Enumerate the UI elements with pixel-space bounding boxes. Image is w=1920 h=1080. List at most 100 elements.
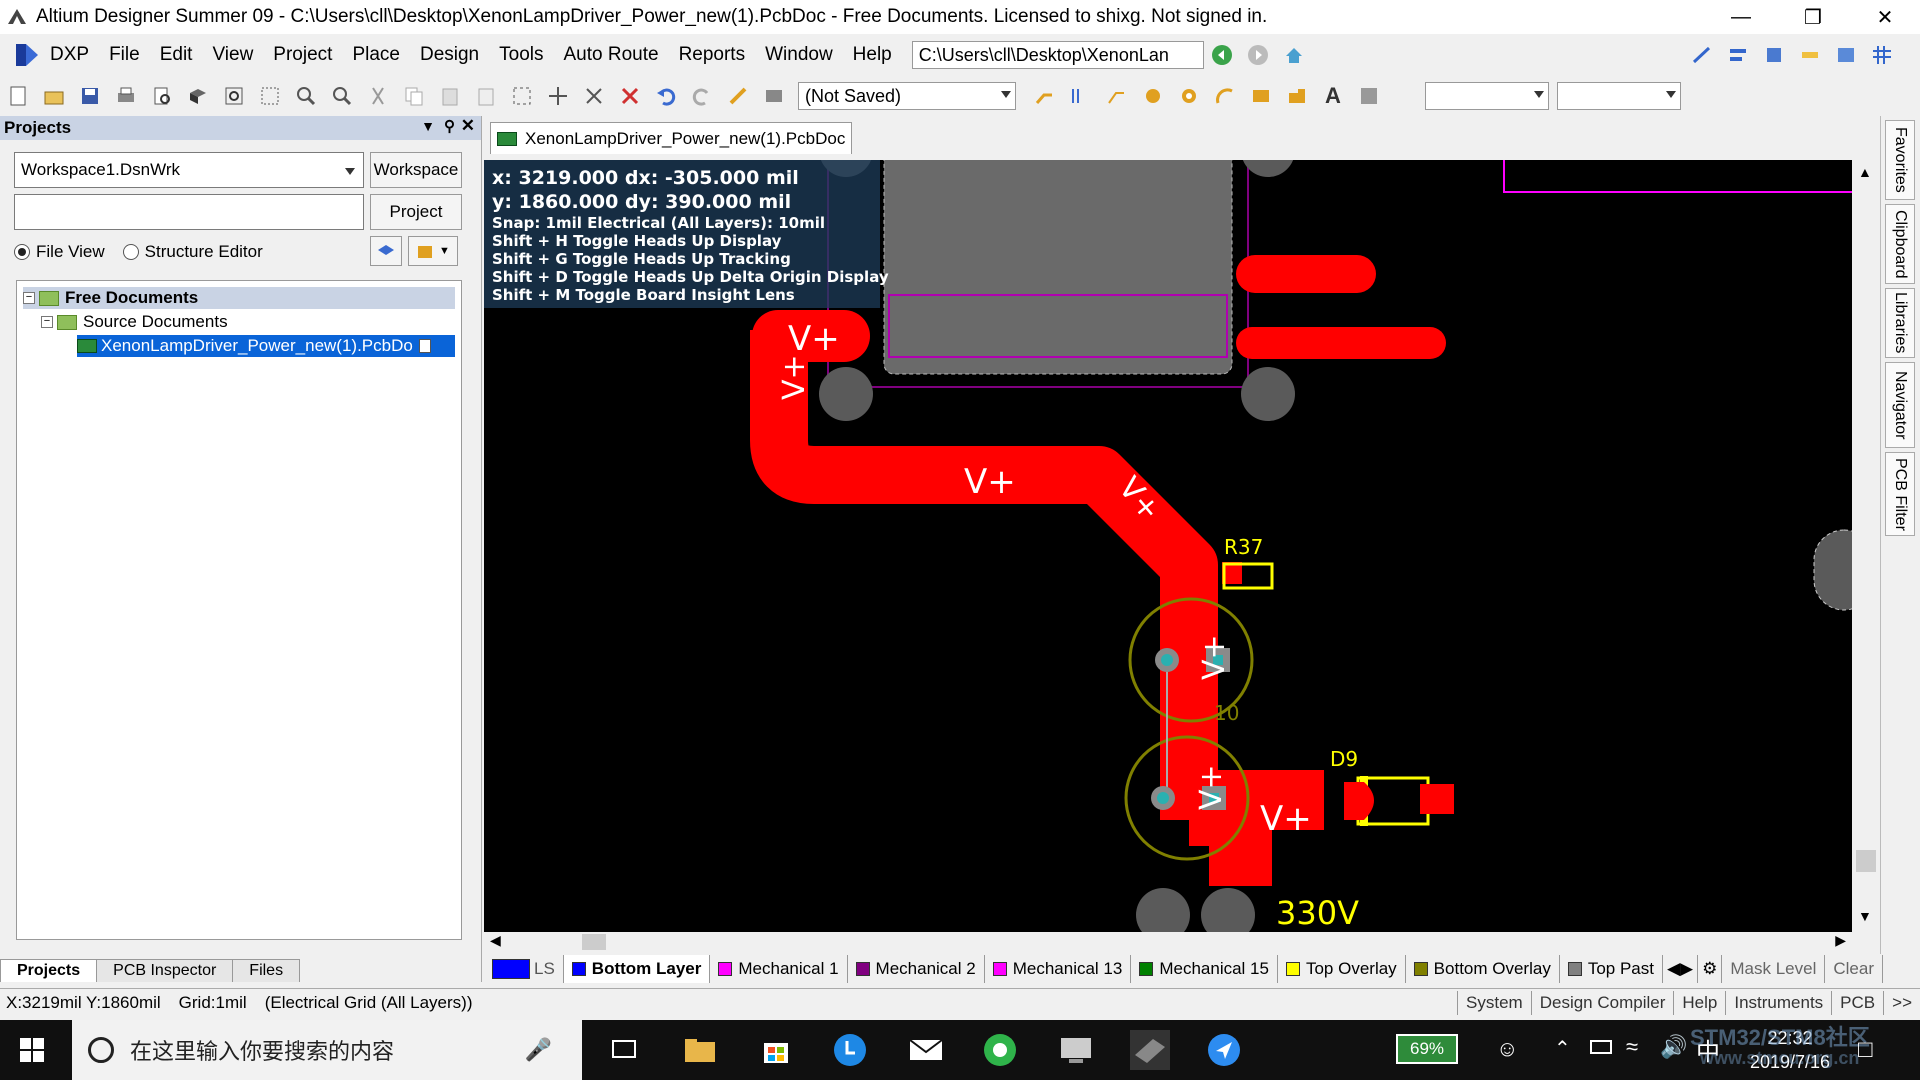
messaging-app-icon[interactable] [1204,1030,1244,1070]
menu-reports[interactable]: Reports [669,44,756,66]
pin-icon[interactable]: ⚲ [444,117,455,135]
deselect-icon[interactable] [581,83,607,109]
new-file-icon[interactable] [5,83,31,109]
select-area-icon[interactable] [509,83,535,109]
open-file-icon[interactable] [41,83,67,109]
menu-place[interactable]: Place [342,44,410,66]
filter-combo[interactable] [1557,82,1681,110]
menu-edit[interactable]: Edit [150,44,203,66]
mask-level-button[interactable]: Mask Level [1722,955,1826,983]
menu-file[interactable]: File [99,44,150,66]
rubber-stamp-icon[interactable] [473,83,499,109]
room-tool-icon[interactable] [1833,42,1859,68]
workspace-button[interactable]: Workspace [370,152,462,188]
place-pad-icon[interactable] [1140,83,1166,109]
layer-set-ls[interactable]: LS [484,955,564,983]
collapse-icon[interactable]: − [23,292,35,304]
store-icon[interactable] [756,1030,796,1070]
menu-auto-route[interactable]: Auto Route [553,44,668,66]
windows-start-icon[interactable] [20,1038,44,1067]
place-string-icon[interactable]: A [1320,83,1346,109]
document-tab[interactable]: XenonLampDriver_Power_new(1).PcbDoc [490,122,853,154]
scroll-down-icon[interactable]: ▼ [1858,908,1872,924]
altium-taskbar-icon[interactable] [1130,1030,1170,1070]
menu-project[interactable]: Project [263,44,342,66]
mail-icon[interactable] [906,1030,946,1070]
layer-tab-bottom-layer[interactable]: Bottom Layer [563,955,711,983]
save-state-combo[interactable]: (Not Saved) [798,82,1016,110]
align-tool-icon[interactable] [1725,42,1751,68]
tree-root[interactable]: − Free Documents [23,287,455,309]
clear-filter-icon[interactable] [617,83,643,109]
place-array-icon[interactable] [1356,83,1382,109]
layer-scroll-icon[interactable]: ◀▶ [1663,955,1699,983]
design-compiler-button[interactable]: Design Compiler [1530,991,1674,1015]
diff-pair-route-icon[interactable] [1068,83,1094,109]
pcb-button[interactable]: PCB [1831,991,1883,1015]
interactive-route-icon[interactable] [1032,83,1058,109]
paste-icon[interactable] [437,83,463,109]
taskbar-search-box[interactable]: 在这里输入你要搜索的内容 🎤 [72,1020,582,1080]
file-view-radio[interactable] [14,244,30,260]
tab-pcb-filter[interactable]: PCB Filter [1885,452,1915,536]
3d-view-icon[interactable] [185,83,211,109]
zoom-filtered-icon[interactable] [329,83,355,109]
tab-navigator[interactable]: Navigator [1885,362,1915,448]
instruments-button[interactable]: Instruments [1725,991,1831,1015]
clock-app-icon[interactable] [830,1030,870,1070]
place-polygon-icon[interactable] [1284,83,1310,109]
place-via-icon[interactable] [1176,83,1202,109]
tree-file-selected[interactable]: XenonLampDriver_Power_new(1).PcbDo [77,335,455,357]
clear-button[interactable]: Clear [1825,955,1883,983]
tab-favorites[interactable]: Favorites [1885,120,1915,200]
cross-probe-icon[interactable] [725,83,751,109]
scroll-right-icon[interactable]: ▶ [1835,932,1846,949]
menu-design[interactable]: Design [410,44,489,66]
project-field[interactable] [14,194,364,230]
tab-libraries[interactable]: Libraries [1885,288,1915,358]
horizontal-scrollbar[interactable]: ◀ ▶ [484,932,1852,952]
layer-tab-mechanical-2[interactable]: Mechanical 2 [848,955,985,983]
forward-icon[interactable] [1245,42,1271,68]
project-button[interactable]: Project [370,194,462,230]
structure-editor-radio[interactable] [122,244,139,260]
zoom-area-icon[interactable] [257,83,283,109]
monitor-app-icon[interactable] [1056,1030,1096,1070]
tray-expand-icon[interactable]: ⌃ [1554,1036,1571,1061]
people-icon[interactable]: ☺ [1496,1036,1518,1062]
browser-icon[interactable] [980,1030,1020,1070]
menu-dxp[interactable]: DXP [40,44,99,66]
wiring-tool-icon[interactable] [1689,42,1715,68]
workspace-combo[interactable]: Workspace1.DsnWrk [14,152,364,188]
filter-icon[interactable]: ⚙ [1698,955,1723,983]
volume-icon[interactable]: 🔊 [1660,1034,1687,1060]
scroll-left-icon[interactable]: ◀ [490,932,501,949]
menu-window[interactable]: Window [755,44,843,66]
restore-button[interactable]: ❐ [1784,0,1842,34]
panel-menu-icon[interactable]: ▼ [421,118,435,134]
layer-tab-mechanical-15[interactable]: Mechanical 15 [1131,955,1278,983]
redo-icon[interactable] [689,83,715,109]
project-options-icon[interactable]: ▼ [408,236,458,266]
wifi-icon[interactable]: ≈ [1626,1034,1638,1060]
menu-tools[interactable]: Tools [489,44,553,66]
help-button[interactable]: Help [1673,991,1725,1015]
menu-view[interactable]: View [202,44,263,66]
zoom-selected-icon[interactable] [293,83,319,109]
close-button[interactable]: ✕ [1856,0,1914,34]
move-icon[interactable] [545,83,571,109]
undo-icon[interactable] [653,83,679,109]
print-icon[interactable] [113,83,139,109]
tab-pcb-inspector[interactable]: PCB Inspector [96,959,234,982]
layer-tab-mechanical-13[interactable]: Mechanical 13 [985,955,1132,983]
scroll-thumb[interactable] [1856,850,1876,872]
vertical-scrollbar[interactable]: ▲ ▼ [1852,160,1880,932]
place-fill-icon[interactable] [1248,83,1274,109]
multi-route-icon[interactable] [1104,83,1130,109]
pcb-canvas[interactable]: V+ V+ V+ V+ V+ V+ V+ R37 D9 330V 10 x: 3… [484,160,1852,932]
collapse-icon[interactable]: − [41,316,53,328]
power-icon[interactable] [1590,1040,1612,1054]
file-explorer-icon[interactable] [680,1030,720,1070]
find-component-icon[interactable] [1761,42,1787,68]
microphone-icon[interactable]: 🎤 [525,1037,552,1063]
